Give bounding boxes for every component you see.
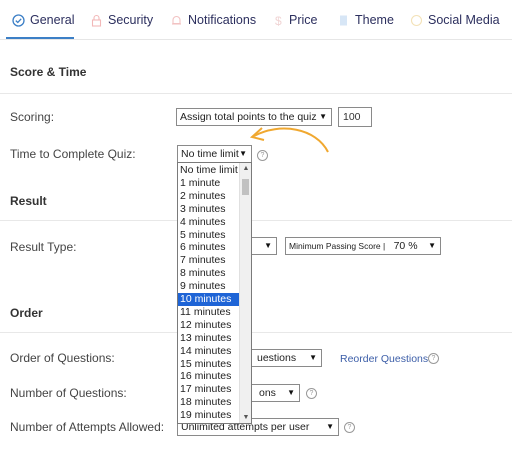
help-icon[interactable]: ? xyxy=(306,388,317,399)
tab-label: Notifications xyxy=(188,13,257,27)
order-select-value: uestions xyxy=(257,352,297,364)
palette-icon xyxy=(337,14,350,27)
dropdown-option[interactable]: 7 minutes xyxy=(178,254,239,267)
passing-score-select[interactable]: Minimum Passing Score | 70 % ▼ xyxy=(285,237,441,255)
dollar-icon: $ xyxy=(274,14,284,28)
scroll-down-icon[interactable]: ▼ xyxy=(241,414,251,421)
number-select-value: ons xyxy=(259,387,276,399)
tab-label: Price xyxy=(289,13,318,27)
tab-security[interactable]: Security xyxy=(90,8,153,32)
number-of-questions-label: Number of Questions: xyxy=(10,386,127,400)
tab-notifications[interactable]: Notifications xyxy=(170,8,256,32)
dropdown-option[interactable]: 9 minutes xyxy=(178,280,239,293)
dropdown-option[interactable]: 3 minutes xyxy=(178,203,239,216)
section-title-order: Order xyxy=(10,306,43,320)
tabs-divider xyxy=(0,39,512,40)
dropdown-option[interactable]: 1 minute xyxy=(178,177,239,190)
dropdown-arrow-icon: ▼ xyxy=(264,241,272,250)
dropdown-arrow-icon: ▼ xyxy=(309,353,317,362)
dropdown-option[interactable]: 5 minutes xyxy=(178,229,239,242)
tab-label: Security xyxy=(108,13,154,27)
order-of-questions-label: Order of Questions: xyxy=(10,351,115,365)
dropdown-option[interactable]: 4 minutes xyxy=(178,216,239,229)
tab-label: Theme xyxy=(355,13,394,27)
dropdown-option[interactable]: 15 minutes xyxy=(178,358,239,371)
bell-icon xyxy=(170,14,183,27)
check-circle-icon xyxy=(12,13,25,27)
result-type-label: Result Type: xyxy=(10,240,77,254)
share-icon xyxy=(410,14,423,27)
dropdown-arrow-icon: ▼ xyxy=(428,241,436,250)
attempts-allowed-label: Number of Attempts Allowed: xyxy=(10,420,165,434)
section-divider xyxy=(0,220,512,221)
scrollbar[interactable]: ▲ ▼ xyxy=(239,163,251,423)
dropdown-option[interactable]: 6 minutes xyxy=(178,241,239,254)
time-select-value: No time limit xyxy=(181,148,239,160)
tab-general[interactable]: General xyxy=(12,8,74,32)
scrollbar-thumb[interactable] xyxy=(242,179,249,195)
dropdown-arrow-icon: ▼ xyxy=(287,388,295,397)
dropdown-option[interactable]: 17 minutes xyxy=(178,383,239,396)
dropdown-option[interactable]: 18 minutes xyxy=(178,396,239,409)
tab-social-media[interactable]: Social Media xyxy=(410,8,500,32)
dropdown-option[interactable]: 19 minutes xyxy=(178,409,239,422)
dropdown-option[interactable]: No time limit xyxy=(178,164,239,177)
dropdown-option[interactable]: 12 minutes xyxy=(178,319,239,332)
dropdown-option[interactable]: 10 minutes xyxy=(178,293,239,306)
scoring-label: Scoring: xyxy=(10,110,55,124)
dropdown-option[interactable]: 11 minutes xyxy=(178,306,239,319)
help-icon[interactable]: ? xyxy=(344,422,355,433)
dropdown-option[interactable]: 2 minutes xyxy=(178,190,239,203)
lock-icon xyxy=(90,14,103,27)
passing-score-label: Minimum Passing Score | xyxy=(289,241,386,251)
dropdown-option[interactable]: 13 minutes xyxy=(178,332,239,345)
section-divider xyxy=(0,332,512,333)
tab-label: General xyxy=(30,13,75,27)
dropdown-arrow-icon: ▼ xyxy=(326,422,334,431)
reorder-questions-link[interactable]: Reorder Questions xyxy=(340,353,428,365)
annotation-arrow-icon xyxy=(249,127,329,153)
dropdown-option[interactable]: 14 minutes xyxy=(178,345,239,358)
dropdown-option[interactable]: 8 minutes xyxy=(178,267,239,280)
tab-theme[interactable]: Theme xyxy=(337,8,394,32)
points-input[interactable]: 100 xyxy=(338,107,372,127)
section-title-score-time: Score & Time xyxy=(10,65,87,79)
tab-label: Social Media xyxy=(428,13,500,27)
scroll-up-icon[interactable]: ▲ xyxy=(241,165,251,172)
section-title-result: Result xyxy=(10,194,47,208)
help-icon[interactable]: ? xyxy=(428,353,439,364)
section-divider xyxy=(0,93,512,94)
tab-price[interactable]: $ Price xyxy=(274,8,317,32)
passing-score-value: 70 % xyxy=(393,240,418,252)
time-to-complete-label: Time to Complete Quiz: xyxy=(10,147,136,161)
dropdown-option[interactable]: 16 minutes xyxy=(178,370,239,383)
time-limit-dropdown-list[interactable]: ▲ ▼ No time limit 1 minute 2 minutes 3 minu… xyxy=(177,162,252,424)
svg-text:$: $ xyxy=(275,14,282,27)
